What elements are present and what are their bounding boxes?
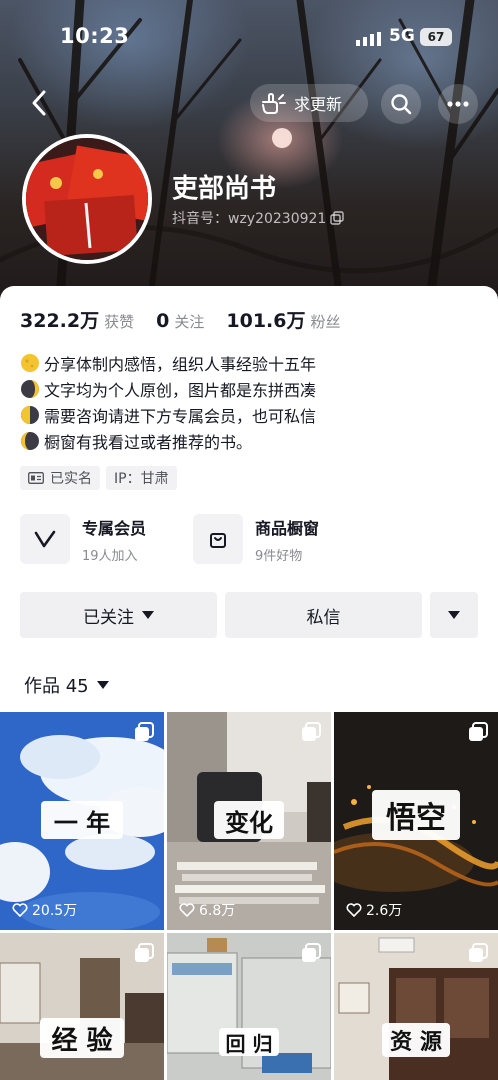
video-tile[interactable]: 悟空 2.6万 (334, 712, 498, 930)
full-moon-emoji-icon (21, 354, 39, 372)
ip-location-tag: IP：甘肃 (106, 466, 177, 490)
waning-crescent-moon-emoji-icon (21, 432, 39, 450)
video-likes: 6.8万 (179, 900, 235, 920)
douyin-id: 抖音号：wzy20230921 (172, 208, 345, 228)
works-tab[interactable]: 作品 45 (24, 672, 109, 698)
heart-icon (346, 903, 362, 917)
video-tile[interactable]: 一 年 20.5万 (0, 712, 164, 930)
search-button[interactable] (381, 84, 421, 124)
stat-label: 获赞 (104, 313, 135, 331)
back-arrow-icon[interactable] (26, 86, 54, 120)
multi-image-icon (302, 722, 321, 741)
profile-header: 10:23 5G 67 求更新 吏部尚书 抖音号：wzy20230921 (0, 0, 498, 300)
video-caption: 悟空 (372, 790, 460, 840)
feature-subtitle: 9件好物 (255, 548, 303, 564)
video-caption: 资 源 (382, 1023, 450, 1057)
message-button[interactable]: 私信 (225, 592, 422, 638)
ip-location-label: IP：甘肃 (114, 471, 169, 487)
video-caption: 变化 (214, 801, 284, 839)
bio-text: 需要咨询请进下方专属会员，也可私信 (44, 407, 317, 426)
caret-down-icon (448, 611, 460, 619)
video-tile[interactable]: 回 归 (167, 933, 331, 1080)
video-tile[interactable]: 经 验 (0, 933, 164, 1080)
avatar[interactable] (22, 134, 152, 264)
profile-name: 吏部尚书 (172, 174, 277, 204)
profile-stats: 322.2万 获赞 0 关注 101.6万 粉丝 (20, 306, 363, 333)
douyin-id-text: 抖音号：wzy20230921 (172, 211, 327, 227)
video-caption: 回 归 (219, 1028, 279, 1056)
video-likes-count: 6.8万 (199, 903, 236, 919)
search-icon (391, 94, 412, 115)
video-likes: 2.6万 (346, 900, 402, 920)
exclusive-membership-entry[interactable]: 专属会员 19人加入 (20, 514, 146, 564)
video-likes-count: 20.5万 (32, 903, 78, 919)
stat-label: 关注 (174, 313, 205, 331)
bio-text: 文字均为个人原创，图片都是东拼西凑 (44, 381, 317, 400)
feature-title: 商品橱窗 (255, 518, 320, 538)
product-showcase-entry[interactable]: 商品橱窗 9件好物 (193, 514, 319, 564)
following-label: 已关注 (83, 607, 134, 628)
bio-line: 需要咨询请进下方专属会员，也可私信 (20, 402, 480, 428)
feature-subtitle: 19人加入 (82, 548, 138, 564)
verified-tag: 已实名 (20, 466, 100, 490)
following-button[interactable]: 已关注 (20, 592, 217, 638)
status-bar: 10:23 5G 67 (0, 0, 498, 70)
stat-label: 粉丝 (310, 313, 341, 331)
copy-icon[interactable] (330, 211, 345, 225)
vip-v-icon (20, 514, 70, 564)
bio: 分享体制内感悟，组织人事经验十五年 文字均为个人原创，图片都是东拼西凑 需要咨询… (20, 350, 480, 454)
bio-line: 橱窗有我看过或者推荐的书。 (20, 428, 480, 454)
verified-tag-label: 已实名 (50, 471, 92, 487)
video-tile[interactable]: 变化 6.8万 (167, 712, 331, 930)
request-update-button[interactable]: 求更新 (250, 84, 368, 122)
more-options-button[interactable] (438, 84, 478, 124)
video-likes-count: 2.6万 (366, 903, 403, 919)
signal-icon (356, 32, 381, 46)
stat-followers[interactable]: 101.6万 粉丝 (226, 306, 340, 333)
battery-indicator: 67 (420, 28, 452, 46)
more-dots-icon (447, 101, 469, 107)
bio-line: 文字均为个人原创，图片都是东拼西凑 (20, 376, 480, 402)
message-label: 私信 (306, 607, 341, 628)
works-label: 作品 45 (24, 676, 89, 697)
bio-text: 分享体制内感悟，组织人事经验十五年 (44, 355, 317, 374)
stat-value: 322.2万 (20, 310, 100, 332)
last-quarter-moon-emoji-icon (21, 406, 39, 424)
shopping-bag-icon (193, 514, 243, 564)
stat-value: 101.6万 (226, 310, 306, 332)
multi-image-icon (302, 943, 321, 962)
more-actions-dropdown[interactable] (430, 592, 478, 638)
multi-image-icon (469, 943, 488, 962)
multi-image-icon (135, 943, 154, 962)
caret-down-icon (142, 611, 154, 619)
network-type: 5G (389, 26, 415, 46)
request-update-label: 求更新 (294, 95, 343, 114)
waning-gibbous-moon-emoji-icon (21, 380, 39, 398)
video-likes: 20.5万 (12, 900, 77, 920)
avatar-image (26, 138, 148, 260)
multi-image-icon (135, 722, 154, 741)
stat-value: 0 (156, 310, 170, 332)
heart-icon (12, 903, 28, 917)
stat-following[interactable]: 0 关注 (156, 310, 204, 332)
caret-down-icon (96, 681, 109, 689)
stat-likes[interactable]: 322.2万 获赞 (20, 306, 134, 333)
video-caption: 经 验 (40, 1018, 124, 1058)
feature-title: 专属会员 (82, 518, 147, 538)
id-card-icon (28, 472, 44, 484)
heart-icon (179, 903, 195, 917)
status-time: 10:23 (60, 24, 130, 48)
profile-tags: 已实名 IP：甘肃 (20, 466, 183, 490)
video-caption: 一 年 (41, 801, 123, 839)
video-tile[interactable]: 资 源 (334, 933, 498, 1080)
pointing-hand-icon (262, 92, 286, 114)
multi-image-icon (469, 722, 488, 741)
bio-text: 橱窗有我看过或者推荐的书。 (44, 433, 253, 452)
bio-line: 分享体制内感悟，组织人事经验十五年 (20, 350, 480, 376)
